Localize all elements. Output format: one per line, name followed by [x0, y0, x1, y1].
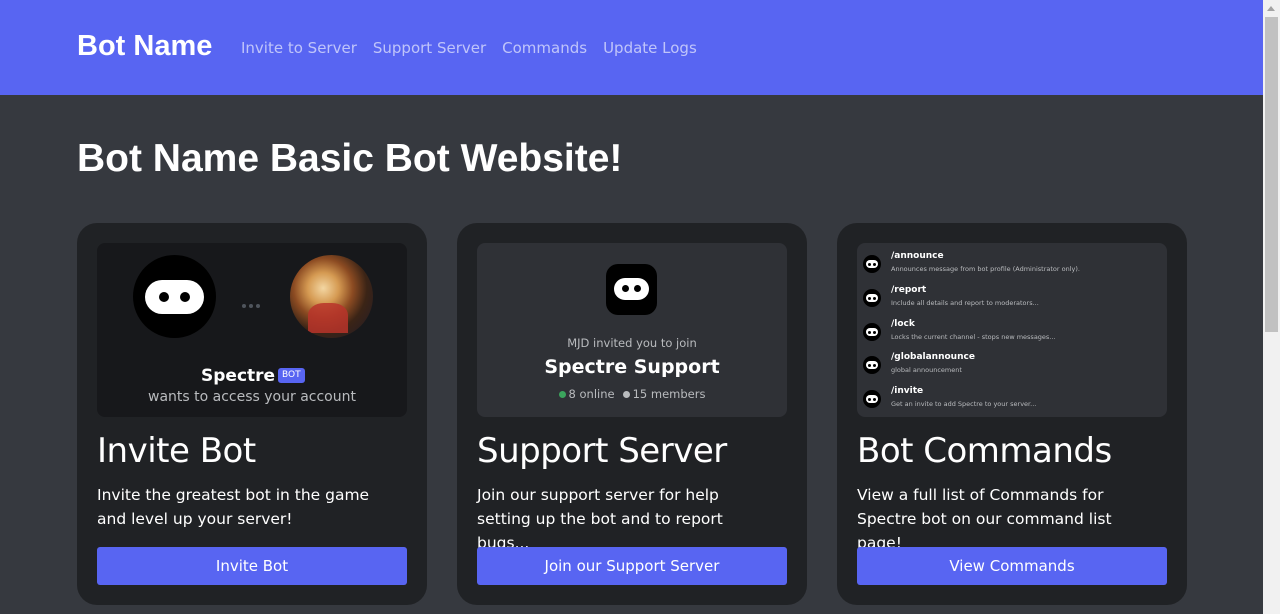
server-stats: 8 online 15 members: [477, 387, 787, 401]
card-text: Invite the greatest bot in the game and …: [97, 486, 370, 528]
command-name: /announce: [891, 251, 944, 261]
bot-icon: [863, 323, 881, 341]
card-text: View a full list of Commands for Spectre…: [857, 486, 1112, 552]
invite-preview-image: Spectre BOT wants to access your account: [97, 243, 407, 417]
brand-logo[interactable]: Bot Name: [77, 30, 212, 63]
invite-bot-button[interactable]: Invite Bot: [97, 547, 407, 585]
page-title: Bot Name Basic Bot Website!: [77, 137, 623, 180]
command-item: /announce Announces message from bot pro…: [863, 249, 1163, 279]
navbar: Bot Name Invite to Server Support Server…: [0, 0, 1263, 95]
join-support-server-button[interactable]: Join our Support Server: [477, 547, 787, 585]
command-description: Locks the current channel - stops new me…: [891, 333, 1056, 341]
scrollbar[interactable]: [1263, 0, 1280, 614]
server-name: Spectre Support: [544, 356, 720, 378]
card-title: Invite Bot: [97, 431, 256, 471]
card-support-server: MJD invited you to join Spectre Support …: [457, 223, 807, 605]
command-name: /invite: [891, 386, 924, 396]
command-item: /lock Locks the current channel - stops …: [863, 317, 1163, 347]
bot-name: Spectre: [201, 366, 276, 386]
command-name: /lock: [891, 319, 915, 329]
nav-link-support[interactable]: Support Server: [373, 39, 486, 57]
card-bot-commands: /announce Announces message from bot pro…: [837, 223, 1187, 605]
command-item: /invite Get an invite to add Spectre to …: [863, 384, 1163, 414]
command-name: /report: [891, 285, 927, 295]
nav-link-commands[interactable]: Commands: [502, 39, 587, 57]
online-dot-icon: [558, 391, 566, 398]
command-description: global announcement: [891, 366, 962, 374]
scroll-up-arrow-icon[interactable]: [1263, 0, 1280, 17]
command-description: Include all details and report to modera…: [891, 299, 1039, 307]
server-invite-preview-image: MJD invited you to join Spectre Support …: [477, 243, 787, 417]
ellipsis-icon: [242, 293, 264, 308]
bot-icon: [863, 390, 881, 408]
card-text: Join our support server for help setting…: [477, 486, 723, 552]
commands-preview-image: /announce Announces message from bot pro…: [857, 243, 1167, 417]
command-name: /globalannounce: [891, 352, 975, 362]
card-invite-bot: Spectre BOT wants to access your account…: [77, 223, 427, 605]
nav-links: Invite to Server Support Server Commands…: [241, 39, 697, 57]
members-dot-icon: [622, 391, 630, 398]
user-avatar: [290, 255, 373, 338]
bot-icon: [863, 356, 881, 374]
bot-icon: [863, 289, 881, 307]
online-count: 8 online: [568, 387, 615, 401]
nav-link-invite[interactable]: Invite to Server: [241, 39, 357, 57]
command-item: /report Include all details and report t…: [863, 283, 1163, 313]
bot-badge: BOT: [278, 368, 305, 383]
view-commands-button[interactable]: View Commands: [857, 547, 1167, 585]
bot-icon: [863, 255, 881, 273]
access-subtitle: wants to access your account: [148, 389, 356, 405]
scrollbar-thumb[interactable]: [1265, 17, 1278, 332]
command-description: Announces message from bot profile (Admi…: [891, 265, 1080, 273]
command-description: Get an invite to add Spectre to your ser…: [891, 400, 1037, 408]
invited-text: MJD invited you to join: [567, 336, 697, 350]
bot-avatar: [133, 255, 216, 338]
command-item: /globalannounce global announcement: [863, 350, 1163, 380]
card-title: Bot Commands: [857, 431, 1112, 471]
server-icon: [606, 264, 657, 315]
nav-link-update-logs[interactable]: Update Logs: [603, 39, 697, 57]
card-title: Support Server: [477, 431, 727, 471]
member-count: 15 members: [632, 387, 706, 401]
